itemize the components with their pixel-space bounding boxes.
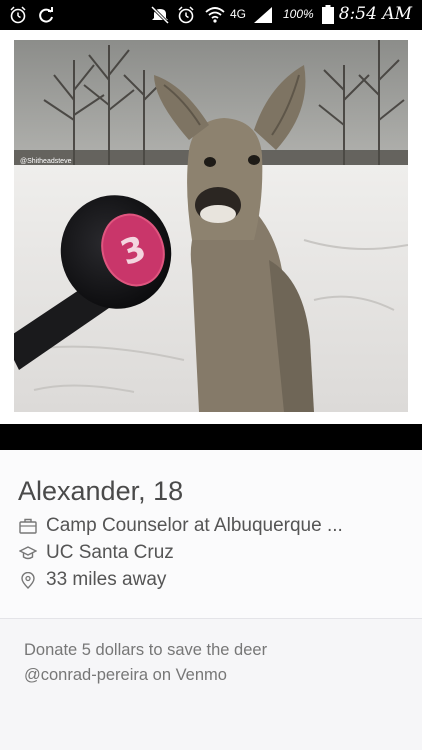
alarm-icon bbox=[10, 6, 26, 24]
photo-bottom-band bbox=[0, 424, 422, 450]
location-pin-icon bbox=[21, 572, 35, 589]
profile-name-age: Alexander, 18 bbox=[18, 476, 184, 506]
signal-icon bbox=[254, 7, 272, 23]
sync-icon bbox=[39, 7, 53, 23]
wifi-icon bbox=[205, 7, 225, 23]
bio-line-2: @conrad-pereira on Venmo bbox=[24, 666, 227, 684]
mute-icon bbox=[150, 5, 170, 25]
briefcase-icon bbox=[19, 518, 37, 534]
distance-text: 33 miles away bbox=[46, 569, 167, 590]
profile-bio: Donate 5 dollars to save the deer @conra… bbox=[0, 619, 422, 750]
alarm-icon bbox=[178, 6, 194, 24]
graduation-cap-icon bbox=[19, 546, 37, 560]
job-text: Camp Counselor at Albuquerque ... bbox=[46, 515, 343, 536]
profile-photo[interactable]: 3 @Shitheadsteve bbox=[14, 40, 408, 412]
network-type-label: 4G bbox=[230, 7, 247, 21]
profile-photo-area[interactable]: 3 @Shitheadsteve bbox=[0, 30, 422, 450]
bio-line-1: Donate 5 dollars to save the deer bbox=[24, 641, 268, 659]
deer-photo-illustration: 3 bbox=[14, 40, 408, 412]
status-bar: 4G 100% 8:54 AM bbox=[0, 0, 422, 30]
battery-icon bbox=[322, 5, 334, 24]
photo-watermark: @Shitheadsteve bbox=[20, 158, 72, 165]
profile-info: Alexander, 18 Camp Counselor at Albuquer… bbox=[0, 450, 422, 619]
school-text: UC Santa Cruz bbox=[46, 542, 174, 563]
battery-percent-label: 100% bbox=[283, 7, 314, 21]
clock-label: 8:54 AM bbox=[338, 4, 412, 24]
